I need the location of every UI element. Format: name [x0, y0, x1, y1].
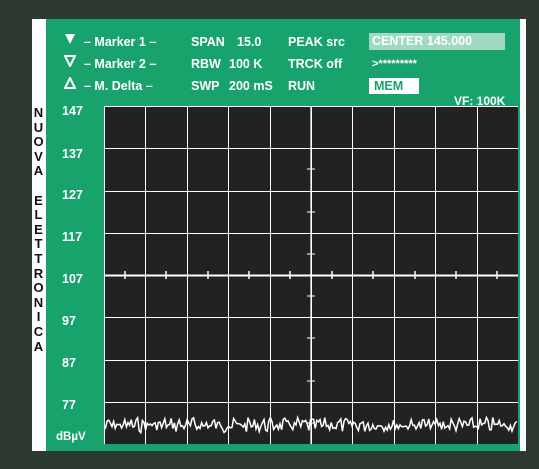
side-letter: C: [33, 324, 44, 339]
swp-label: SWP: [191, 79, 220, 93]
side-letter: R: [33, 265, 44, 281]
marker-1-label[interactable]: – Marker 1 –: [84, 35, 156, 49]
y-unit-label: dBµV: [56, 431, 86, 443]
side-letter: O: [33, 280, 44, 296]
mem-button[interactable]: MEM: [369, 78, 419, 94]
peak-src-status: PEAK src: [288, 35, 345, 49]
span-label: SPAN: [191, 35, 225, 49]
marker-delta-label[interactable]: – M. Delta –: [84, 79, 153, 93]
y-tick-label: 107: [62, 272, 83, 286]
run-status: RUN: [288, 79, 316, 93]
side-letter: E: [34, 221, 43, 237]
side-letter: E: [34, 192, 43, 208]
trck-status: TRCK off: [288, 57, 343, 71]
y-tick-label: 137: [62, 147, 83, 161]
marker-1-icon: [65, 34, 75, 44]
side-letter: T: [34, 251, 43, 266]
span-value: 15.0: [237, 35, 262, 49]
side-letter: L: [34, 207, 43, 223]
side-letter: N: [33, 105, 44, 120]
rbw-value: 100 K: [229, 57, 263, 71]
y-tick-label: 127: [62, 188, 83, 202]
marker-2-label[interactable]: – Marker 2 –: [84, 57, 156, 71]
y-tick-label: 117: [62, 230, 83, 244]
side-letter: V: [34, 148, 43, 164]
side-letter: O: [33, 134, 44, 150]
side-brand-label: NUOVAELETTRONICA: [32, 105, 45, 451]
side-letter: A: [33, 338, 44, 354]
side-letter: A: [33, 163, 44, 179]
swp-value: 200 mS: [229, 79, 273, 93]
side-letter: N: [33, 294, 44, 310]
y-tick-label: 97: [62, 314, 76, 328]
y-tick-label: 87: [62, 356, 76, 370]
delta-icon: [64, 77, 76, 89]
spectrum-plot: [104, 106, 518, 444]
rbw-label: RBW: [191, 57, 221, 71]
side-letter: I: [36, 309, 41, 325]
marker-2-icon: [64, 55, 76, 67]
stars-readout: >*********: [372, 58, 417, 70]
side-letter: T: [34, 236, 43, 252]
y-tick-label: 77: [62, 398, 76, 412]
y-tick-label: 147: [62, 104, 83, 118]
side-letter: U: [33, 119, 44, 135]
center-frequency-field[interactable]: CENTER 145.000: [369, 33, 505, 50]
